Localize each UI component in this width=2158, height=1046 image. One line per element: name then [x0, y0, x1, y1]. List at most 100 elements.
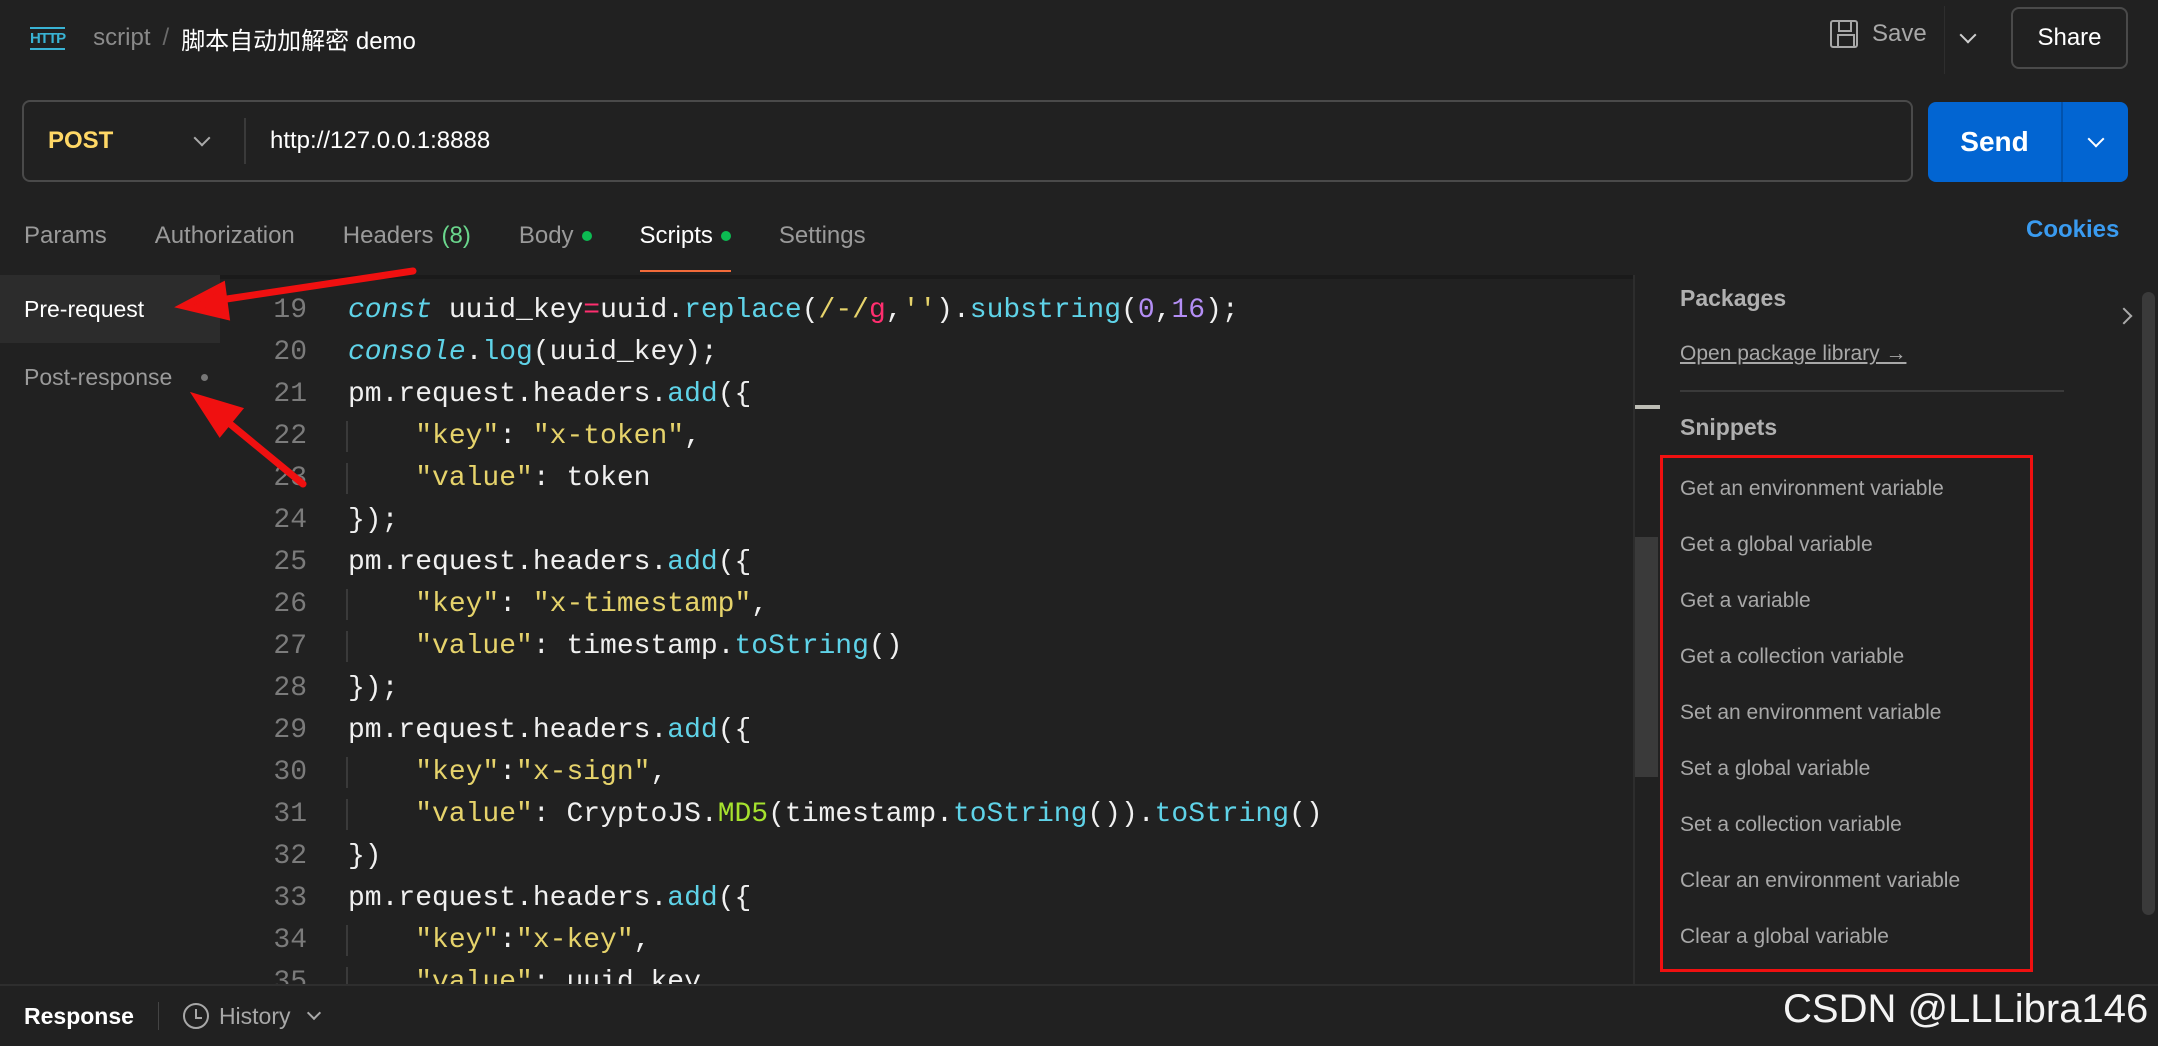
code-line: 35 "value": uuid_key — [220, 961, 1633, 984]
tab-settings[interactable]: Settings — [779, 212, 866, 260]
code-text: "value": uuid_key — [346, 966, 701, 984]
status-dot — [201, 305, 208, 313]
tab-label: Body — [518, 222, 574, 249]
code-line: 27 "value": timestamp.toString() — [220, 625, 1633, 667]
code-text: pm.request.headers.add({ — [348, 546, 752, 578]
tab-params[interactable]: Params — [24, 212, 107, 260]
breadcrumb: HTTP script / 脚本自动加解密 demo — [30, 18, 416, 58]
code-text: pm.request.headers.add({ — [348, 882, 752, 914]
code-line: 23 "value": token — [220, 457, 1633, 499]
request-name[interactable]: 脚本自动加解密 demo — [181, 21, 416, 56]
code-line: 24}); — [220, 499, 1633, 541]
code-text: "key": "x-timestamp", — [346, 588, 768, 620]
scripts-sidebar: Pre-request Post-response — [0, 275, 220, 984]
breadcrumb-separator: / — [162, 24, 170, 51]
line-number: 22 — [273, 420, 307, 452]
send-button[interactable]: Send — [1928, 102, 2063, 182]
tab-label: Headers — [342, 222, 434, 249]
editor-scrollbar[interactable] — [1633, 275, 1660, 984]
code-text: "value": CryptoJS.MD5(timestamp.toString… — [346, 798, 1323, 830]
scrollbar-thumb[interactable] — [1635, 537, 1658, 777]
code-text: "value": timestamp.toString() — [346, 630, 903, 662]
chevron-right-icon — [2115, 307, 2133, 325]
tab-label: Scripts — [639, 222, 713, 249]
chevron-down-icon — [2087, 130, 2104, 148]
line-number: 27 — [273, 630, 307, 662]
line-number: 24 — [273, 504, 307, 536]
cookies-link[interactable]: Cookies — [2026, 216, 2119, 244]
code-text: "key": "x-token", — [346, 420, 701, 452]
code-text: "key":"x-sign", — [346, 756, 667, 788]
sidebar-item-label: Post-response — [24, 363, 173, 390]
packages-title: Packages — [1680, 285, 1787, 311]
code-line: 29 pm.request.headers.add({ — [220, 709, 1633, 751]
tab-count-badge: (8) — [441, 222, 471, 249]
line-number: 33 — [273, 882, 307, 914]
line-number: 35 — [273, 966, 307, 985]
sidebar-item-pre-request[interactable]: Pre-request — [0, 275, 220, 343]
code-text: }); — [348, 672, 399, 704]
code-line: 19 const uuid_key=uuid.replace(/-/g,'').s… — [220, 289, 1633, 331]
save-button[interactable]: Save — [1830, 20, 1927, 48]
tab-body[interactable]: Body — [519, 212, 592, 260]
code-line: 34 "key":"x-key", — [220, 919, 1633, 961]
code-line: 32}) — [220, 835, 1633, 877]
code-line: 28}); — [220, 667, 1633, 709]
code-line: 31 "value": CryptoJS.MD5(timestamp.toStr… — [220, 793, 1633, 835]
tab-authorization[interactable]: Authorization — [155, 212, 295, 260]
line-number: 26 — [273, 588, 307, 620]
history-button[interactable]: History — [182, 1002, 321, 1030]
annotation-box — [1660, 455, 2033, 972]
code-editor[interactable]: 19 const uuid_key=uuid.replace(/-/g,'').s… — [220, 275, 1633, 984]
code-text: "value": token — [346, 462, 650, 494]
line-number: 25 — [273, 546, 307, 578]
tab-headers[interactable]: Headers (8) — [343, 212, 471, 260]
send-options-button[interactable] — [2063, 102, 2128, 182]
sidebar-item-post-response[interactable]: Post-response — [0, 343, 220, 411]
url-bar: POST http://127.0.0.1:8888 — [22, 100, 1913, 182]
url-input[interactable]: http://127.0.0.1:8888 — [246, 127, 490, 155]
watermark: CSDN @LLLibra146 — [1783, 987, 2149, 1031]
line-number: 31 — [273, 798, 307, 830]
code-line: 26 "key": "x-timestamp", — [220, 583, 1633, 625]
status-dot — [720, 231, 731, 241]
breadcrumb-collection[interactable]: script — [93, 24, 150, 52]
line-number: 23 — [273, 462, 307, 494]
method-select[interactable]: POST — [24, 117, 246, 165]
code-text: console.log(uuid_key); — [348, 336, 718, 368]
line-number: 34 — [273, 924, 307, 956]
tab-scripts[interactable]: Scripts — [639, 212, 732, 272]
code-line: 30 "key":"x-sign", — [220, 751, 1633, 793]
panel-scrollbar[interactable] — [2142, 292, 2155, 915]
save-icon — [1830, 20, 1858, 48]
line-number: 20 — [273, 336, 307, 368]
open-package-library-link[interactable]: Open package library → — [1680, 342, 2120, 366]
code-text: pm.request.headers.add({ — [348, 378, 752, 410]
code-line: 25 pm.request.headers.add({ — [220, 541, 1633, 583]
response-tab[interactable]: Response — [24, 1003, 134, 1030]
line-number: 21 — [273, 378, 307, 410]
code-text: }); — [348, 504, 399, 536]
divider — [1944, 6, 1945, 74]
chevron-down-icon — [1959, 26, 1977, 44]
code-line: 33 pm.request.headers.add({ — [220, 877, 1633, 919]
divider — [1680, 390, 2064, 392]
line-number: 29 — [273, 714, 307, 746]
request-tabs: Params Authorization Headers (8) Body Scripts… — [24, 212, 914, 272]
scroll-marker — [1635, 405, 1660, 409]
share-button[interactable]: Share — [2011, 7, 2128, 69]
save-options-button[interactable] — [1959, 26, 1977, 46]
line-number: 32 — [273, 840, 307, 872]
history-label: History — [218, 1002, 291, 1029]
snippets-title: Snippets — [1680, 414, 1778, 440]
tab-label: Settings — [778, 222, 866, 249]
code-line: 20 console.log(uuid_key); — [220, 331, 1633, 373]
chevron-down-icon — [193, 129, 211, 147]
history-icon — [182, 1003, 209, 1029]
code-text: "key":"x-key", — [346, 924, 650, 956]
save-label: Save — [1872, 20, 1927, 47]
method-value: POST — [48, 126, 114, 154]
collapse-panel-button[interactable] — [2115, 307, 2133, 327]
divider — [157, 1002, 159, 1030]
tab-label: Authorization — [154, 222, 295, 249]
